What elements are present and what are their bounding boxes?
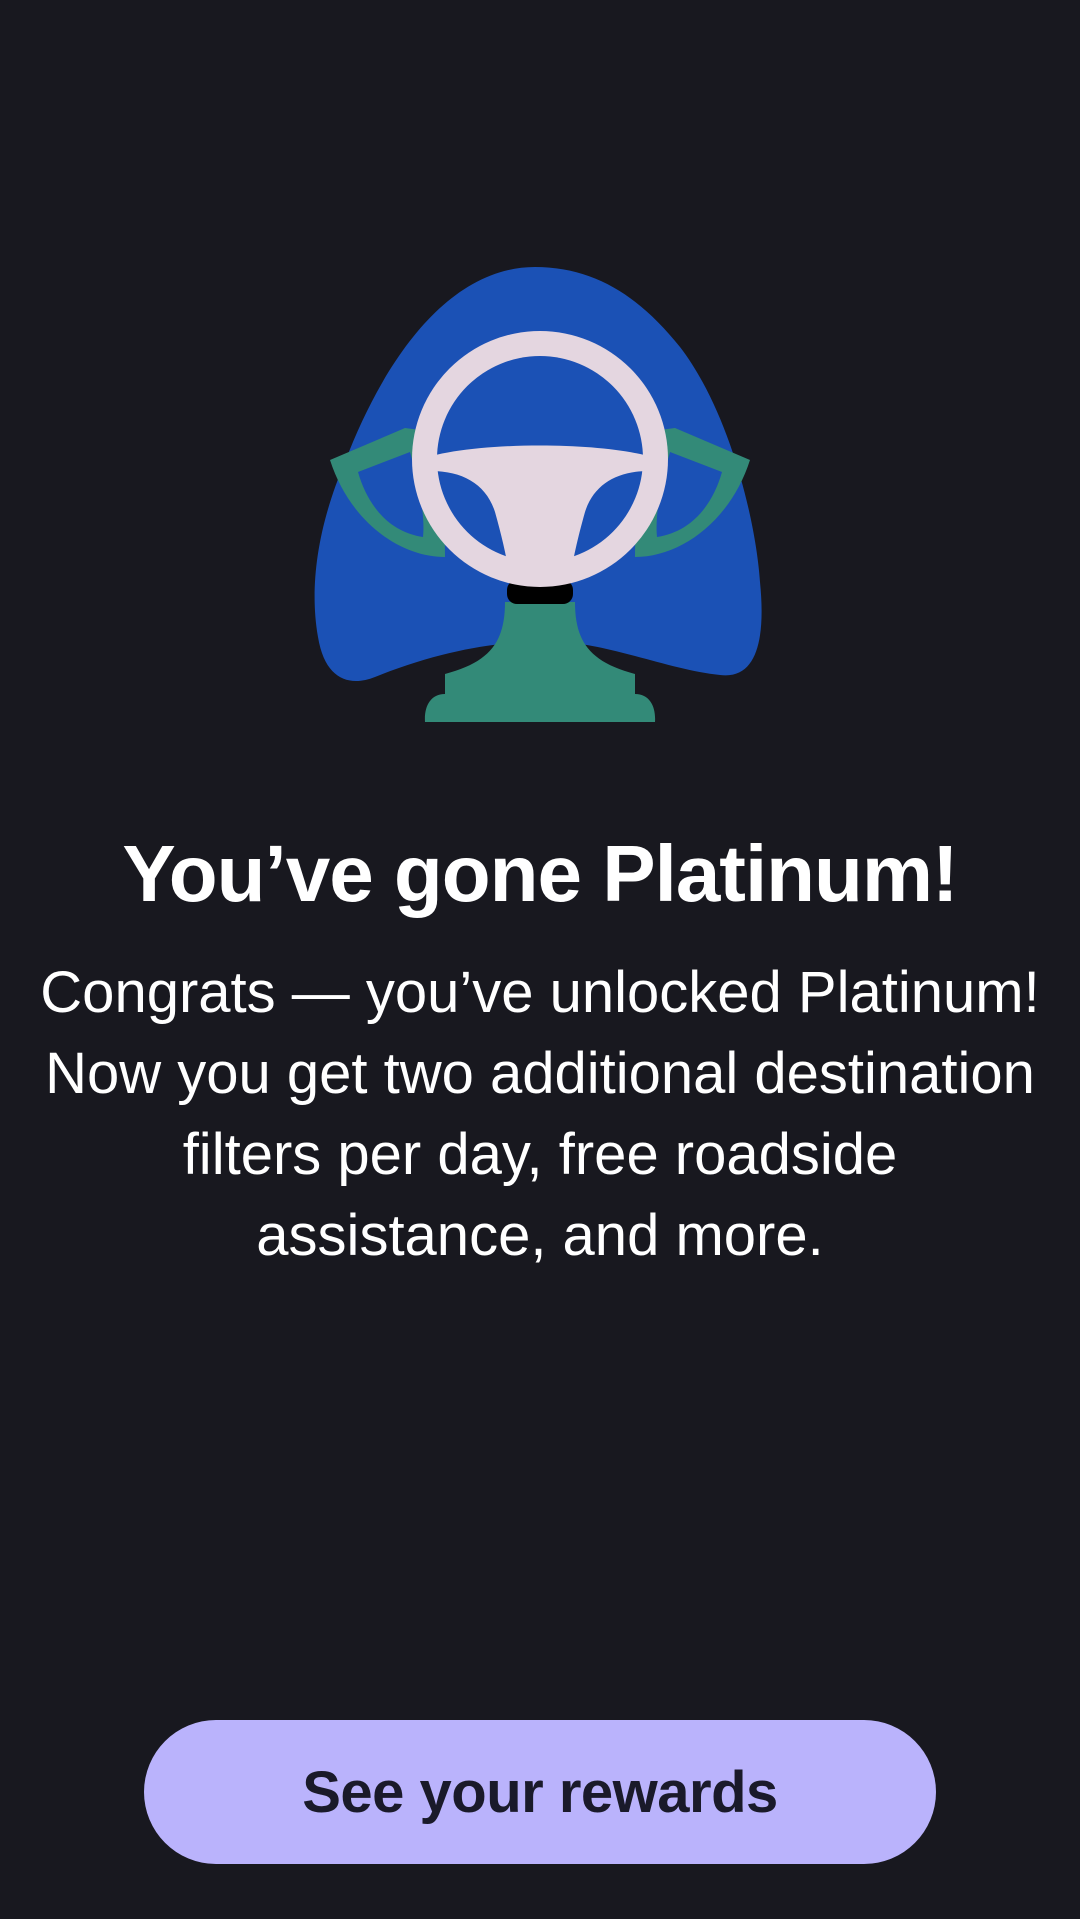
steering-wheel-icon [314, 267, 762, 722]
steering-wheel-illustration [310, 262, 770, 727]
see-rewards-button[interactable]: See your rewards [144, 1720, 936, 1864]
congrats-message: Congrats — you’ve unlocked Platinum! Now… [40, 960, 1040, 1268]
see-rewards-button-label: See your rewards [302, 1759, 778, 1825]
page-title: You’ve gone Platinum! [122, 829, 958, 918]
platinum-celebration-screen: You’ve gone Platinum! Congrats — you’ve … [0, 0, 1080, 1919]
